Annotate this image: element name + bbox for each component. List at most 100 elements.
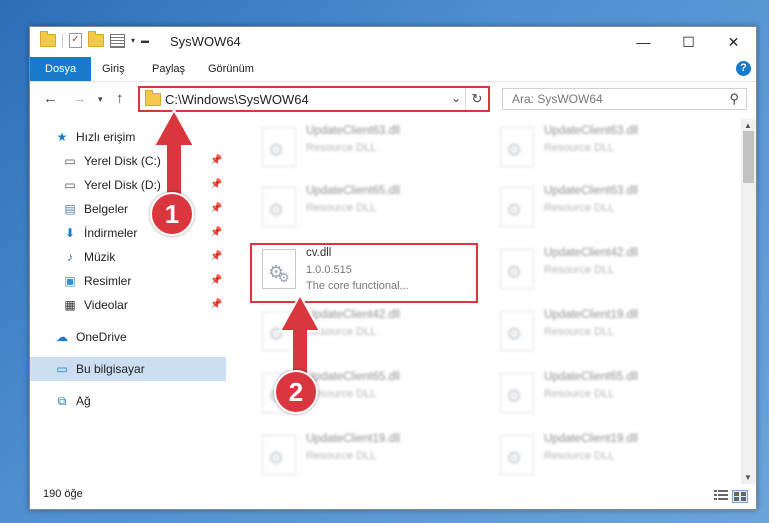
- file-description: Resource DLL: [306, 450, 377, 462]
- details-view-icon[interactable]: [714, 490, 728, 501]
- chevron-down-icon[interactable]: ⌄: [451, 91, 461, 105]
- close-button[interactable]: ✕: [711, 27, 756, 57]
- star-icon: ★: [56, 130, 68, 144]
- address-path[interactable]: C:\Windows\SysWOW64: [165, 92, 309, 107]
- minimize-button[interactable]: —: [621, 27, 666, 57]
- back-arrow-icon[interactable]: ←: [43, 90, 58, 107]
- address-row: ← → ▾ ↑ C:\Windows\SysWOW64 ⌄ ↻ Ara: Sys…: [30, 82, 756, 116]
- dll-file-icon: ⚙: [500, 373, 534, 413]
- item-count: 190 öğe: [43, 488, 83, 500]
- nav-item-music[interactable]: ♪ Müzik: [62, 245, 258, 269]
- gear-icon: ⚙: [268, 448, 285, 468]
- file-description: Resource DLL: [544, 326, 615, 338]
- file-description: Resource DLL: [544, 142, 615, 154]
- pin-icon[interactable]: 📌: [210, 179, 222, 190]
- nav-label: OneDrive: [76, 330, 127, 344]
- dll-file-icon: ⚙: [262, 187, 296, 227]
- file-item[interactable]: ⚙ UpdateClient65.dll Resource DLL: [252, 181, 482, 233]
- refresh-icon[interactable]: ↻: [465, 88, 488, 110]
- scroll-down-icon[interactable]: ▼: [744, 473, 752, 482]
- window-controls: — ☐ ✕: [621, 27, 756, 57]
- file-item[interactable]: ⚙ UpdateClient65.dll Resource DLL: [490, 367, 720, 419]
- pin-icon[interactable]: 📌: [210, 203, 222, 214]
- quick-access-toolbar: ✓ ▾ ▬: [40, 31, 149, 48]
- view-icon[interactable]: [110, 33, 125, 48]
- gear-icon: ⚙: [506, 324, 523, 344]
- pin-icon[interactable]: 📌: [210, 251, 222, 262]
- search-icon[interactable]: ⚲: [729, 91, 739, 107]
- file-description: Resource DLL: [306, 142, 377, 154]
- tab-share[interactable]: Paylaş: [140, 57, 197, 81]
- file-item[interactable]: ⚙ UpdateClient63.dll Resource DLL: [490, 121, 720, 173]
- film-icon: ▦: [64, 298, 76, 312]
- file-item[interactable]: ⚙ UpdateClient63.dll Resource DLL: [490, 181, 720, 233]
- nav-label: Ağ: [76, 394, 91, 408]
- pin-icon[interactable]: 📌: [210, 275, 222, 286]
- tab-view[interactable]: Görünüm: [196, 57, 266, 81]
- pin-icon[interactable]: 📌: [210, 155, 222, 166]
- recent-locations-icon[interactable]: ▾: [98, 94, 103, 105]
- up-arrow-icon[interactable]: ↑: [116, 90, 124, 107]
- gear-icon: ⚙: [506, 140, 523, 160]
- nav-label: Videolar: [84, 298, 128, 312]
- scroll-thumb[interactable]: [743, 131, 754, 183]
- download-arrow-icon: ⬇: [64, 226, 76, 240]
- file-name: UpdateClient63.dll: [544, 185, 638, 197]
- properties-check-icon[interactable]: ✓: [69, 33, 82, 48]
- forward-arrow-icon[interactable]: →: [72, 90, 87, 107]
- cloud-icon: ☁: [56, 330, 68, 344]
- folder-icon: [145, 90, 161, 106]
- network-icon: ⧉: [57, 393, 67, 408]
- nav-item-videos[interactable]: ▦ Videolar: [62, 293, 258, 317]
- scroll-up-icon[interactable]: ▲: [744, 121, 752, 130]
- file-item[interactable]: ⚙ UpdateClient19.dll Resource DLL: [490, 429, 720, 481]
- window-title: SysWOW64: [170, 34, 241, 49]
- file-item[interactable]: ⚙ UpdateClient19.dll Resource DLL: [490, 305, 720, 357]
- file-description: Resource DLL: [544, 264, 615, 276]
- nav-this-pc[interactable]: ▭ Bu bilgisayar: [30, 357, 226, 381]
- nav-label: Müzik: [84, 250, 116, 264]
- file-description: Resource DLL: [544, 450, 615, 462]
- nav-network[interactable]: ⧉ Ağ: [54, 389, 250, 413]
- document-icon: ▤: [64, 202, 76, 216]
- nav-label: Bu bilgisayar: [76, 362, 145, 376]
- nav-label: Belgeler: [84, 202, 129, 216]
- tiles-view-icon[interactable]: [732, 490, 748, 503]
- new-folder-icon[interactable]: [88, 31, 104, 47]
- file-name: UpdateClient65.dll: [544, 371, 638, 383]
- vertical-scrollbar[interactable]: ▲ ▼: [741, 119, 756, 484]
- divider: [62, 33, 63, 48]
- music-note-icon: ♪: [67, 250, 73, 264]
- tab-file[interactable]: Dosya: [30, 57, 92, 81]
- file-item[interactable]: ⚙ UpdateClient42.dll Resource DLL: [490, 243, 720, 295]
- pin-icon[interactable]: 📌: [210, 299, 222, 310]
- file-name: UpdateClient19.dll: [306, 433, 400, 445]
- customize-toolbar-icon[interactable]: ▬: [141, 36, 149, 45]
- dropdown-arrow-icon[interactable]: ▾: [131, 36, 135, 45]
- gear-icon: ⚙: [268, 200, 285, 220]
- tab-home[interactable]: Giriş: [90, 57, 137, 81]
- nav-item-pictures[interactable]: ▣ Resimler: [62, 269, 258, 293]
- file-item[interactable]: ⚙ UpdateClient63.dll Resource DLL: [252, 121, 482, 173]
- dll-file-icon: ⚙: [500, 249, 534, 289]
- file-name: UpdateClient19.dll: [544, 433, 638, 445]
- dll-file-icon: ⚙: [500, 127, 534, 167]
- folder-icon: [40, 31, 56, 47]
- help-icon[interactable]: ?: [736, 61, 751, 76]
- file-name: UpdateClient42.dll: [544, 247, 638, 259]
- nav-label: İndirmeler: [84, 226, 138, 240]
- drive-icon: ▭: [64, 154, 76, 168]
- status-bar: 190 öğe: [30, 485, 756, 509]
- nav-label: Hızlı erişim: [76, 130, 136, 144]
- gear-icon: ⚙: [268, 140, 285, 160]
- computer-icon: ▭: [56, 362, 68, 376]
- maximize-button[interactable]: ☐: [666, 27, 711, 57]
- file-name: UpdateClient65.dll: [306, 185, 400, 197]
- dll-file-icon: ⚙: [500, 435, 534, 475]
- file-item[interactable]: ⚙ UpdateClient19.dll Resource DLL: [252, 429, 482, 481]
- file-description: Resource DLL: [544, 388, 615, 400]
- pin-icon[interactable]: 📌: [210, 227, 222, 238]
- nav-onedrive[interactable]: ☁ OneDrive: [54, 325, 250, 349]
- search-input[interactable]: Ara: SysWOW64 ⚲: [502, 88, 747, 110]
- title-bar: ✓ ▾ ▬ SysWOW64 — ☐ ✕: [30, 27, 756, 57]
